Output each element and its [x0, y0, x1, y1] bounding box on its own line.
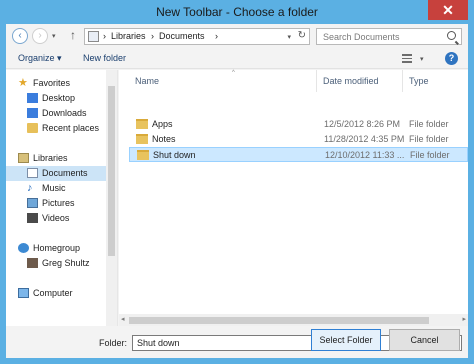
nav-computer-label: Computer [33, 288, 73, 298]
nav-libraries-label: Libraries [33, 153, 68, 163]
close-button[interactable]: ✕ [428, 0, 468, 20]
organize-button[interactable]: Organize ▾ [18, 53, 62, 64]
nav-computer[interactable]: Computer [6, 286, 106, 301]
back-button[interactable]: ‹ [12, 28, 28, 44]
homegroup-icon [18, 243, 29, 253]
breadcrumb-libraries[interactable]: Libraries [111, 31, 146, 41]
file-name: Notes [152, 134, 176, 144]
videos-icon [27, 213, 38, 223]
nav-desktop[interactable]: Desktop [6, 91, 106, 106]
scroll-left-arrow[interactable]: ◂ [121, 315, 125, 323]
pictures-icon [27, 198, 38, 208]
nav-homegroup[interactable]: Homegroup [6, 241, 106, 256]
nav-libraries[interactable]: Libraries [6, 151, 106, 166]
nav-favorites-label: Favorites [33, 78, 71, 88]
title-bar[interactable]: New Toolbar - Choose a folder ✕ [0, 0, 474, 24]
search-icon[interactable] [447, 31, 456, 40]
nav-pictures-label: Pictures [42, 198, 75, 208]
breadcrumb-separator: › [103, 31, 106, 41]
up-button[interactable]: ↑ [70, 28, 76, 42]
column-name-label: Name [135, 76, 160, 86]
breadcrumb-separator: › [215, 31, 218, 41]
nav-documents[interactable]: Documents [6, 166, 106, 181]
star-icon: ★ [18, 77, 28, 89]
navigation-bar: ‹ › ▾ ↑ › Libraries › Documents › ▾ ↻ Se… [6, 24, 468, 48]
new-folder-button[interactable]: New folder [83, 53, 126, 63]
nav-desktop-label: Desktop [42, 93, 76, 103]
navigation-pane: ★ Favorites Desktop Downloads Recent pla… [6, 70, 118, 326]
nav-music[interactable]: ♪ Music [6, 181, 106, 196]
folder-icon [137, 150, 149, 160]
nav-greg-shultz-label: Greg Shultz [42, 258, 90, 268]
recent-places-icon [27, 123, 38, 133]
library-icon [18, 153, 29, 163]
nav-homegroup-label: Homegroup [33, 243, 81, 253]
refresh-icon[interactable]: ↻ [298, 30, 306, 41]
nav-recent-places-label: Recent places [42, 123, 100, 133]
dialog-client: ‹ › ▾ ↑ › Libraries › Documents › ▾ ↻ Se… [6, 24, 468, 358]
downloads-icon [27, 108, 38, 118]
command-toolbar: Organize ▾ New folder ▾ ? [6, 49, 468, 69]
nav-music-label: Music [42, 183, 66, 193]
horizontal-scrollbar-thumb[interactable] [129, 317, 429, 324]
nav-documents-label: Documents [42, 168, 88, 178]
cancel-button[interactable]: Cancel [389, 329, 460, 351]
file-name: Apps [152, 119, 173, 129]
search-input[interactable]: Search Documents [316, 28, 462, 45]
column-header-name[interactable]: Name ^ [129, 70, 317, 92]
scroll-right-arrow[interactable]: ▸ [462, 315, 466, 323]
file-row-shut-down[interactable]: Shut down 12/10/2012 11:33 ... File fold… [129, 147, 468, 162]
nav-downloads[interactable]: Downloads [6, 106, 106, 121]
recent-locations-dropdown[interactable]: ▾ [52, 32, 56, 40]
column-header-type[interactable]: Type [403, 70, 468, 92]
nav-downloads-label: Downloads [42, 108, 87, 118]
user-icon [27, 258, 38, 268]
help-icon[interactable]: ? [445, 52, 458, 65]
nav-recent-places[interactable]: Recent places [6, 121, 106, 136]
file-name: Shut down [153, 150, 196, 160]
window-title: New Toolbar - Choose a folder [156, 5, 318, 19]
column-date-label: Date modified [323, 76, 379, 86]
view-options-icon[interactable] [402, 54, 412, 63]
column-header-date-modified[interactable]: Date modified [317, 70, 403, 92]
sort-ascending-icon: ^ [232, 70, 235, 76]
file-type: File folder [410, 150, 450, 160]
forward-button[interactable]: › [32, 28, 48, 44]
view-options-dropdown[interactable]: ▾ [420, 55, 424, 63]
computer-icon [18, 288, 29, 298]
file-date-modified: 11/28/2012 4:35 PM [324, 134, 405, 144]
file-date-modified: 12/10/2012 11:33 ... [325, 150, 405, 160]
navigation-pane-scrollbar[interactable] [106, 70, 117, 326]
music-icon: ♪ [27, 182, 33, 194]
search-placeholder: Search Documents [323, 32, 400, 42]
navigation-pane-scrollbar-thumb[interactable] [108, 86, 115, 256]
nav-favorites[interactable]: ★ Favorites [6, 76, 106, 91]
nav-greg-shultz[interactable]: Greg Shultz [6, 256, 106, 271]
breadcrumb-separator: › [151, 31, 154, 41]
file-date-modified: 12/5/2012 8:26 PM [324, 119, 401, 129]
breadcrumb-documents[interactable]: Documents [159, 31, 205, 41]
folder-icon [136, 134, 148, 144]
documents-icon [27, 168, 38, 178]
address-dropdown[interactable]: ▾ [287, 33, 291, 41]
file-type: File folder [409, 119, 449, 129]
library-location-icon [88, 31, 99, 42]
dialog-window: New Toolbar - Choose a folder ✕ ‹ › ▾ ↑ … [0, 0, 474, 364]
nav-pictures[interactable]: Pictures [6, 196, 106, 211]
horizontal-scrollbar[interactable]: ◂ ▸ [119, 314, 468, 326]
file-row-notes[interactable]: Notes 11/28/2012 4:35 PM File folder [129, 132, 474, 147]
folder-label: Folder: [99, 338, 128, 348]
file-list: Name ^ Date modified Type Apps 12/5/2012… [119, 70, 468, 326]
column-type-label: Type [409, 76, 429, 86]
address-bar[interactable]: › Libraries › Documents › ▾ ↻ [84, 28, 310, 45]
file-type: File folder [409, 134, 449, 144]
folder-icon [136, 119, 148, 129]
select-folder-button[interactable]: Select Folder [311, 329, 381, 351]
nav-videos-label: Videos [42, 213, 70, 223]
desktop-icon [27, 93, 38, 103]
file-row-apps[interactable]: Apps 12/5/2012 8:26 PM File folder [129, 117, 474, 132]
nav-videos[interactable]: Videos [6, 211, 106, 226]
